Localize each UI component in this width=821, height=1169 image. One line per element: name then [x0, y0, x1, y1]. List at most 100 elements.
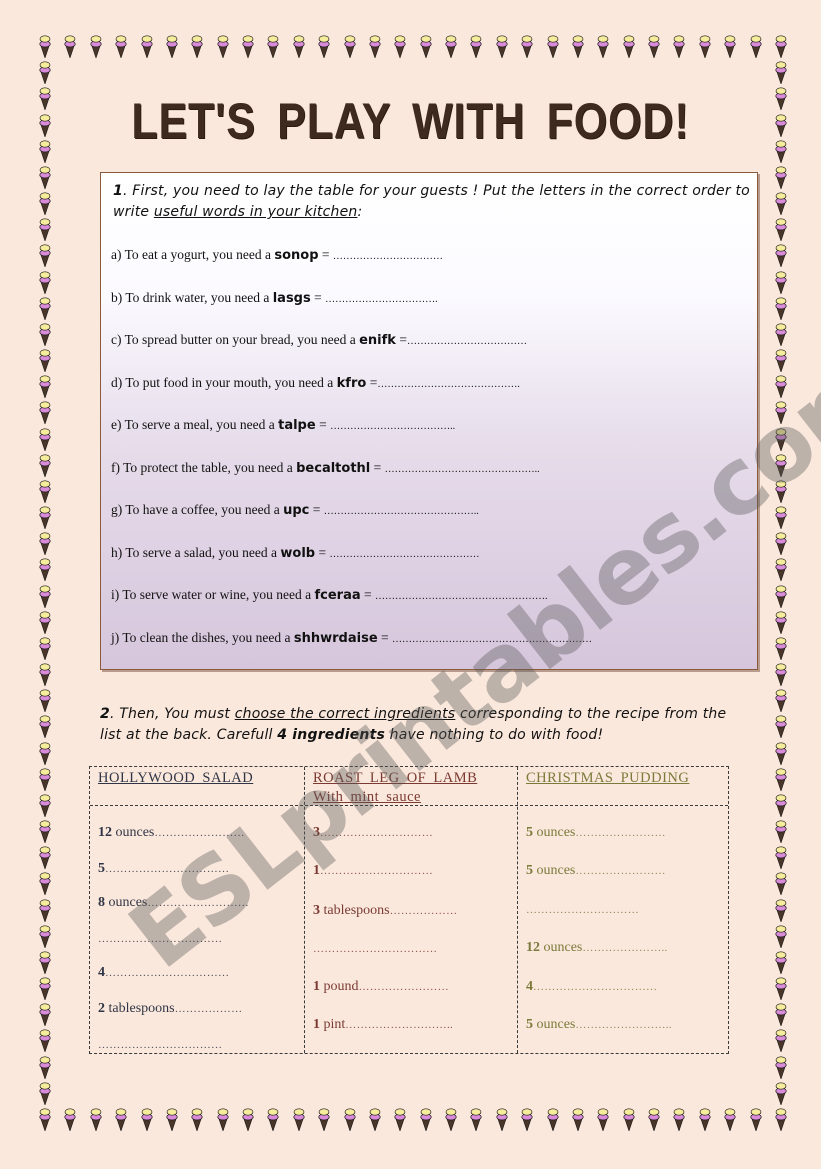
ingredient-blank[interactable]: ……………………: [575, 827, 665, 839]
equals-sign: =: [395, 332, 407, 347]
equals-sign: =: [315, 544, 330, 560]
ice-cream-cone-icon: [191, 34, 203, 58]
ice-cream-cone-icon: [775, 113, 787, 137]
ingredient-blank[interactable]: …………………..: [582, 942, 667, 954]
scrambled-word: becaltothl: [296, 460, 371, 476]
exercise-1-box: 1. First, you need to lay the table for …: [100, 172, 758, 670]
ice-cream-cone-icon: [699, 1107, 711, 1131]
ingredient-blank[interactable]: ……………………: [575, 865, 665, 877]
ice-cream-cone-icon: [140, 34, 153, 58]
ingredient-line: 12 ounces……………………: [98, 825, 245, 841]
question-text: f) To protect the table, you need a: [111, 459, 297, 475]
ice-cream-cone-icon: [39, 636, 51, 660]
ingredient-blank[interactable]: ……………………………: [533, 981, 657, 993]
answer-blank[interactable]: ………………………………………..: [385, 464, 540, 475]
equals-sign: =: [318, 247, 333, 262]
ingredient-line: 5 ounces……………………: [526, 863, 666, 879]
ice-cream-cone-icon: [470, 1107, 482, 1131]
underlined-phrase: useful words in your kitchen: [153, 204, 358, 220]
answer-blank[interactable]: ………………………………………: [329, 549, 479, 560]
ingredient-blank[interactable]: ……………………..: [575, 1019, 672, 1031]
ice-cream-cone-icon: [775, 1028, 787, 1053]
ingredient-quantity: 5: [526, 863, 533, 878]
ice-cream-cone-icon: [39, 427, 51, 451]
equals-sign: =: [310, 289, 326, 305]
ice-cream-cone-icon: [775, 871, 787, 896]
ice-cream-cone-icon: [775, 165, 787, 189]
ice-cream-cone-icon: [775, 139, 787, 163]
ice-cream-cone-icon: [572, 1107, 584, 1131]
recipe-title: ROAST LEG OF LAMB With mint sauce: [313, 769, 477, 807]
question-text: g) To have a coffee, you need a: [111, 502, 284, 517]
ice-cream-cone-icon: [775, 243, 787, 268]
equals-sign: =: [366, 374, 378, 390]
ingredient-blank[interactable]: …………………………: [320, 865, 433, 877]
equals-sign: =: [309, 502, 324, 517]
answer-blank[interactable]: ………………………………..: [330, 421, 455, 432]
ice-cream-cone-icon: [39, 845, 51, 870]
ice-cream-cone-icon: [64, 1107, 76, 1131]
recipe-column: ROAST LEG OF LAMB With mint sauce 3……………………: [304, 767, 518, 1053]
ice-cream-cone-icon: [775, 557, 787, 582]
ingredient-blank[interactable]: ………………: [175, 1003, 243, 1015]
ingredient-line: 8 ounces………………………: [98, 895, 249, 911]
ice-cream-cone-icon: [775, 636, 787, 660]
ingredient-blank[interactable]: ……………………………: [98, 933, 222, 945]
exercise-1-instruction: 1. First, you need to lay the table for …: [113, 183, 750, 220]
ice-cream-cone-icon: [420, 34, 432, 58]
question-text: d) To put food in your mouth, you need a: [111, 374, 337, 390]
ice-cream-cone-icon: [775, 1002, 787, 1027]
ingredient-line: ……………………………: [98, 931, 222, 947]
ingredient-blank[interactable]: ……………………………: [98, 1039, 222, 1051]
question-line: d) To put food in your mouth, you need a…: [111, 375, 520, 391]
ingredient-line: 5 ounces……………………: [526, 825, 666, 841]
answer-blank[interactable]: ………………………………………..: [324, 506, 479, 517]
answer-blank[interactable]: …………………………………………….: [375, 591, 548, 602]
ice-cream-cone-icon: [39, 767, 51, 791]
exercise-2-instruction: 2. Then, You must choose the correct ing…: [100, 706, 727, 743]
ice-cream-cone-icon: [39, 270, 51, 294]
ingredient-blank[interactable]: ……………………: [359, 981, 449, 993]
ice-cream-cone-icon: [775, 610, 787, 634]
ice-cream-cone-icon: [775, 1055, 787, 1079]
ingredient-blank[interactable]: ………………………..: [345, 1019, 453, 1031]
answer-blank[interactable]: ……………………………………………………: [392, 634, 592, 645]
ingredient-blank[interactable]: ……………………………: [105, 863, 229, 875]
recipe-title: CHRISTMAS PUDDING: [526, 769, 689, 788]
recipe-name: HOLLYWOOD SALAD: [98, 770, 254, 786]
ingredient-blank[interactable]: …………………………: [320, 827, 433, 839]
ice-cream-cone-icon: [597, 1107, 609, 1131]
ingredient-quantity: 4: [526, 979, 533, 994]
question-line: i) To serve water or wine, you need a fc…: [111, 587, 548, 603]
ice-cream-cone-icon: [775, 60, 787, 85]
answer-blank[interactable]: ……………………………: [333, 251, 443, 262]
answer-blank[interactable]: …………………………….: [325, 294, 438, 305]
ice-cream-cone-icon: [115, 34, 127, 58]
ice-cream-cone-icon: [775, 924, 787, 948]
ingredient-blank[interactable]: ………………………: [147, 897, 249, 909]
ice-cream-cone-icon: [775, 976, 787, 1001]
ingredient-line: 12 ounces…………………..: [526, 940, 668, 956]
ingredient-blank[interactable]: …………………………: [526, 904, 639, 916]
ingredient-blank[interactable]: ……………………………: [313, 943, 437, 955]
ingredient-blank[interactable]: ……………………………: [105, 967, 229, 979]
answer-blank[interactable]: …………………………………….: [377, 379, 520, 390]
ice-cream-cone-icon: [318, 34, 330, 58]
ingredient-unit: ounces: [533, 1017, 576, 1032]
ingredient-blank[interactable]: ………………: [390, 905, 458, 917]
ice-cream-cone-icon: [39, 976, 51, 1001]
ice-cream-cone-icon: [496, 1107, 508, 1131]
ingredient-blank[interactable]: ……………………: [154, 827, 244, 839]
equals-sign: =: [377, 629, 393, 645]
answer-blank[interactable]: ………………………………: [407, 336, 527, 347]
ice-cream-cone-icon: [547, 1107, 559, 1131]
ingredient-line: 5……………………………: [98, 861, 229, 877]
ice-cream-cone-icon: [343, 34, 356, 58]
ice-cream-cone-icon: [775, 845, 787, 870]
ice-cream-cone-icon: [39, 217, 51, 242]
ice-cream-cone-icon: [191, 1107, 203, 1131]
ice-cream-cone-icon: [39, 505, 51, 530]
ice-cream-cone-icon: [217, 34, 229, 58]
question-text: e) To serve a meal, you need a: [111, 417, 279, 432]
ice-cream-cone-icon: [39, 531, 51, 556]
